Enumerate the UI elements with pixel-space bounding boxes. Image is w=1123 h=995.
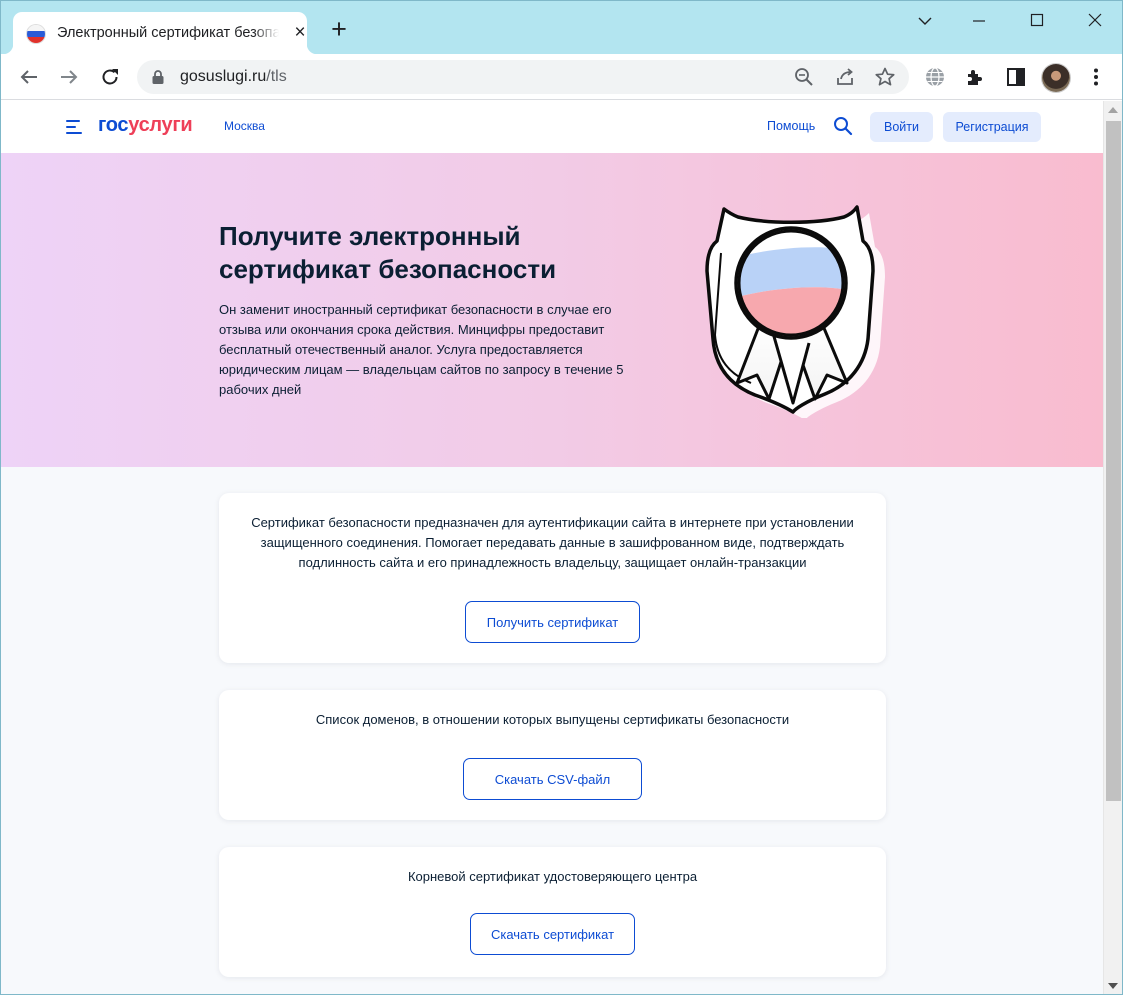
zoom-icon[interactable] <box>793 66 815 88</box>
hero-banner: Получите электронный сертификат безопасн… <box>1 153 1103 467</box>
login-button[interactable]: Войти <box>870 112 933 142</box>
page-viewport: госуслуги Москва Помощь Войти Регистраци… <box>1 101 1103 994</box>
scrollbar-thumb[interactable] <box>1106 121 1121 801</box>
certificate-info-text: Сертификат безопасности предназначен для… <box>251 515 854 570</box>
maximize-icon[interactable] <box>1023 9 1051 33</box>
russia-flag-icon <box>27 25 45 43</box>
browser-window: Электронный сертификат безопасности × + <box>0 0 1123 995</box>
download-certificate-button[interactable]: Скачать сертификат <box>470 913 635 955</box>
url-text[interactable]: gosuslugi.ru/tls <box>180 68 287 86</box>
close-icon[interactable]: × <box>291 23 309 42</box>
root-certificate-card: Корневой сертификат удостоверяющего цент… <box>219 847 886 977</box>
logo-part-uslugi: услуги <box>128 114 193 136</box>
tab-title: Электронный сертификат безопасности <box>57 25 279 41</box>
page-title: Получите электронный сертификат безопасн… <box>219 221 557 284</box>
url-host: gosuslugi.ru <box>180 68 267 85</box>
title-bar: Электронный сертификат безопасности × + <box>1 1 1122 54</box>
back-icon[interactable] <box>17 65 41 89</box>
globe-icon[interactable] <box>923 65 947 89</box>
domain-list-text: Список доменов, в отношении которых выпу… <box>315 712 790 727</box>
root-certificate-text: Корневой сертификат удостоверяющего цент… <box>407 869 698 884</box>
address-bar[interactable]: gosuslugi.ru/tls <box>137 60 909 94</box>
more-icon[interactable] <box>1084 65 1108 89</box>
chevron-down-icon[interactable] <box>911 9 939 33</box>
certificate-info-card: Сертификат безопасности предназначен для… <box>219 493 886 663</box>
hero-description: Он заменит иностранный сертификат безопа… <box>219 302 624 397</box>
window-close-icon[interactable] <box>1081 9 1109 33</box>
star-icon[interactable] <box>874 66 896 88</box>
search-icon[interactable] <box>833 116 853 136</box>
scroll-down-arrow[interactable] <box>1108 983 1118 989</box>
page-scrollbar[interactable] <box>1103 101 1122 994</box>
lock-icon[interactable] <box>151 69 165 85</box>
scroll-up-arrow[interactable] <box>1108 107 1118 113</box>
register-button[interactable]: Регистрация <box>943 112 1041 142</box>
download-csv-button[interactable]: Скачать CSV-файл <box>463 758 642 800</box>
reload-icon[interactable] <box>98 65 122 89</box>
share-icon[interactable] <box>834 66 856 88</box>
side-panel-icon[interactable] <box>1004 65 1028 89</box>
help-link[interactable]: Помощь <box>767 119 815 133</box>
city-selector[interactable]: Москва <box>224 119 265 133</box>
get-certificate-button[interactable]: Получить сертификат <box>465 601 640 643</box>
site-header: госуслуги Москва Помощь Войти Регистраци… <box>1 101 1103 153</box>
browser-toolbar: gosuslugi.ru/tls <box>1 54 1122 100</box>
plus-icon[interactable]: + <box>327 16 351 43</box>
profile-avatar[interactable] <box>1042 64 1070 92</box>
minimize-icon[interactable] <box>965 9 993 33</box>
browser-tab[interactable]: Электронный сертификат безопасности × <box>3 12 317 54</box>
menu-icon[interactable] <box>66 120 82 134</box>
certificate-badge-icon <box>705 205 885 418</box>
gosuslugi-logo[interactable]: госуслуги <box>98 114 193 137</box>
url-path: /tls <box>266 68 287 85</box>
extensions-icon[interactable] <box>963 65 987 89</box>
forward-icon[interactable] <box>57 65 81 89</box>
domain-list-card: Список доменов, в отношении которых выпу… <box>219 690 886 820</box>
logo-part-gos: гос <box>98 114 129 136</box>
